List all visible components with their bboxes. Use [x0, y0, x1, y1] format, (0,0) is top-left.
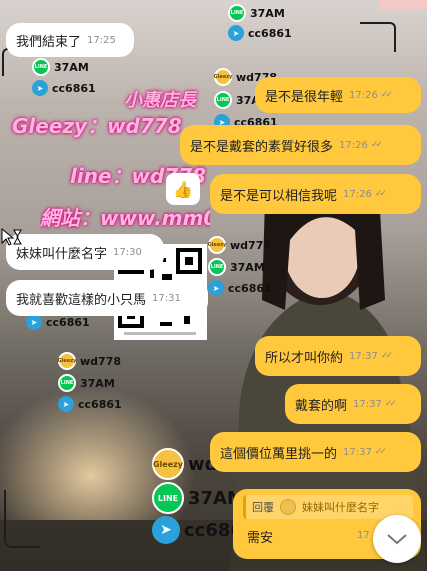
message-bubble-incoming[interactable]: 妹妹叫什麼名字 17:30	[6, 234, 164, 270]
telegram-id: cc6861	[52, 81, 96, 95]
message-text: 妹妹叫什麼名字	[16, 246, 108, 262]
message-time: 17:37	[353, 398, 382, 410]
frame-corner-bottom-left	[4, 490, 40, 548]
line-badge-large: LINE 37AM	[152, 482, 245, 514]
message-bubble-outgoing[interactable]: 是不是戴套的素質好很多 17:26 ✓✓	[180, 125, 421, 165]
telegram-icon: ➤	[152, 516, 180, 544]
telegram-icon: ➤	[208, 280, 224, 296]
line-badge: LINE 37AM	[208, 258, 265, 276]
cursor-icon	[1, 228, 22, 246]
reaction-thumbs-up[interactable]: 👍	[166, 173, 200, 205]
telegram-badge: ➤ cc6861	[228, 25, 292, 41]
line-badge: LINE 37AM	[58, 374, 115, 392]
message-text: 所以才叫你約	[265, 350, 344, 366]
line-icon: LINE	[208, 258, 226, 276]
read-receipt-icon: ✓✓	[384, 399, 397, 409]
read-receipt-icon: ✓✓	[374, 447, 387, 457]
line-icon: LINE	[228, 4, 246, 22]
line-badge: LINE 37AM	[228, 4, 285, 22]
read-receipt-icon: ✓✓	[380, 90, 393, 100]
telegram-id: cc6861	[46, 315, 90, 329]
chat-screen: 小惠店長 Gleezy：wd778 line：wd778 網站：www.mm02…	[0, 0, 427, 571]
frame-corner-top-right	[360, 22, 396, 52]
telegram-icon: ➤	[228, 25, 244, 41]
message-bubble-outgoing[interactable]: 戴套的啊 17:37 ✓✓	[285, 384, 421, 424]
line-id: 37AM	[230, 260, 265, 274]
telegram-badge: ➤ cc6861	[26, 314, 90, 330]
message-time: 17:30	[113, 246, 142, 258]
message-bubble-outgoing[interactable]: 這個價位萬里挑一的 17:37 ✓✓	[210, 432, 421, 472]
read-receipt-icon: ✓✓	[374, 189, 387, 199]
scroll-down-button[interactable]	[373, 515, 421, 563]
gleezy-badge-large: Gleezy wd	[152, 448, 218, 480]
message-bubble-outgoing[interactable]: 是不是可以相信我呢 17:26 ✓✓	[210, 174, 421, 214]
thumbs-up-icon: 👍	[173, 179, 193, 199]
telegram-id: cc6861	[78, 397, 122, 411]
message-text: 戴套的啊	[295, 398, 348, 414]
gleezy-icon: Gleezy	[152, 448, 184, 480]
gleezy-icon: Gleezy	[58, 352, 76, 370]
watermark-store-name: 小惠店長	[124, 90, 196, 111]
line-icon: LINE	[152, 482, 184, 514]
avatar-icon	[280, 499, 296, 515]
telegram-id: cc6861	[228, 281, 272, 295]
reply-quote[interactable]: 回覆 妹妹叫什麼名字	[243, 495, 413, 519]
telegram-badge: ➤ cc6861	[58, 396, 122, 412]
message-text: 我們結束了	[16, 34, 82, 50]
telegram-badge: ➤ cc6861	[32, 80, 96, 96]
message-time: 17:26	[339, 139, 368, 151]
reply-label: 回覆	[252, 501, 274, 514]
message-bubble-incoming[interactable]: 我就喜歡這樣的小只馬 17:31	[6, 280, 208, 316]
chevron-down-icon	[387, 534, 407, 545]
telegram-badge: ➤ cc6861	[208, 280, 272, 296]
message-text: 是不是很年輕	[265, 89, 344, 105]
line-id: 37AM	[54, 60, 89, 74]
message-time: 17:26	[343, 188, 372, 200]
message-time: 17:26	[349, 89, 378, 101]
message-text: 是不是戴套的素質好很多	[190, 139, 334, 155]
message-text: 是不是可以相信我呢	[220, 188, 338, 204]
telegram-badge-large: ➤ cc686	[152, 516, 243, 544]
message-time: 17	[357, 530, 370, 541]
message-time: 17:31	[152, 292, 181, 304]
gleezy-id: wd778	[230, 238, 271, 252]
message-time: 17:25	[87, 34, 116, 46]
gleezy-id: wd778	[80, 354, 121, 368]
message-time: 17:37	[343, 446, 372, 458]
message-text: 這個價位萬里挑一的	[220, 446, 338, 462]
message-text: 需安	[247, 531, 274, 546]
line-icon: LINE	[32, 58, 50, 76]
read-receipt-icon: ✓✓	[380, 351, 393, 361]
line-id: 37AM	[250, 6, 285, 20]
message-text: 我就喜歡這樣的小只馬	[16, 292, 147, 308]
line-id: 37AM	[80, 376, 115, 390]
read-receipt-icon: ✓✓	[370, 140, 383, 150]
telegram-icon: ➤	[32, 80, 48, 96]
watermark-site: 網站：www.mm0208	[40, 206, 210, 230]
gleezy-badge: Gleezy wd778	[58, 352, 121, 370]
line-badge: LINE 37AM	[32, 58, 89, 76]
message-bubble-outgoing[interactable]: 是不是很年輕 17:26 ✓✓	[255, 77, 421, 113]
watermark-gleezy: Gleezy：wd778	[12, 114, 182, 138]
telegram-id: cc6861	[248, 26, 292, 40]
message-bubble-outgoing[interactable]: 所以才叫你約 17:37 ✓✓	[255, 336, 421, 376]
line-icon: LINE	[214, 91, 232, 109]
reply-quote-text: 妹妹叫什麼名字	[302, 501, 379, 514]
line-icon: LINE	[58, 374, 76, 392]
telegram-icon: ➤	[58, 396, 74, 412]
telegram-icon: ➤	[26, 314, 42, 330]
message-time: 17:37	[349, 350, 378, 362]
gleezy-badge: Gleezy wd778	[208, 236, 271, 254]
gleezy-icon: Gleezy	[214, 68, 232, 86]
message-bubble-incoming[interactable]: 我們結束了 17:25	[6, 23, 134, 57]
gleezy-icon: Gleezy	[208, 236, 226, 254]
